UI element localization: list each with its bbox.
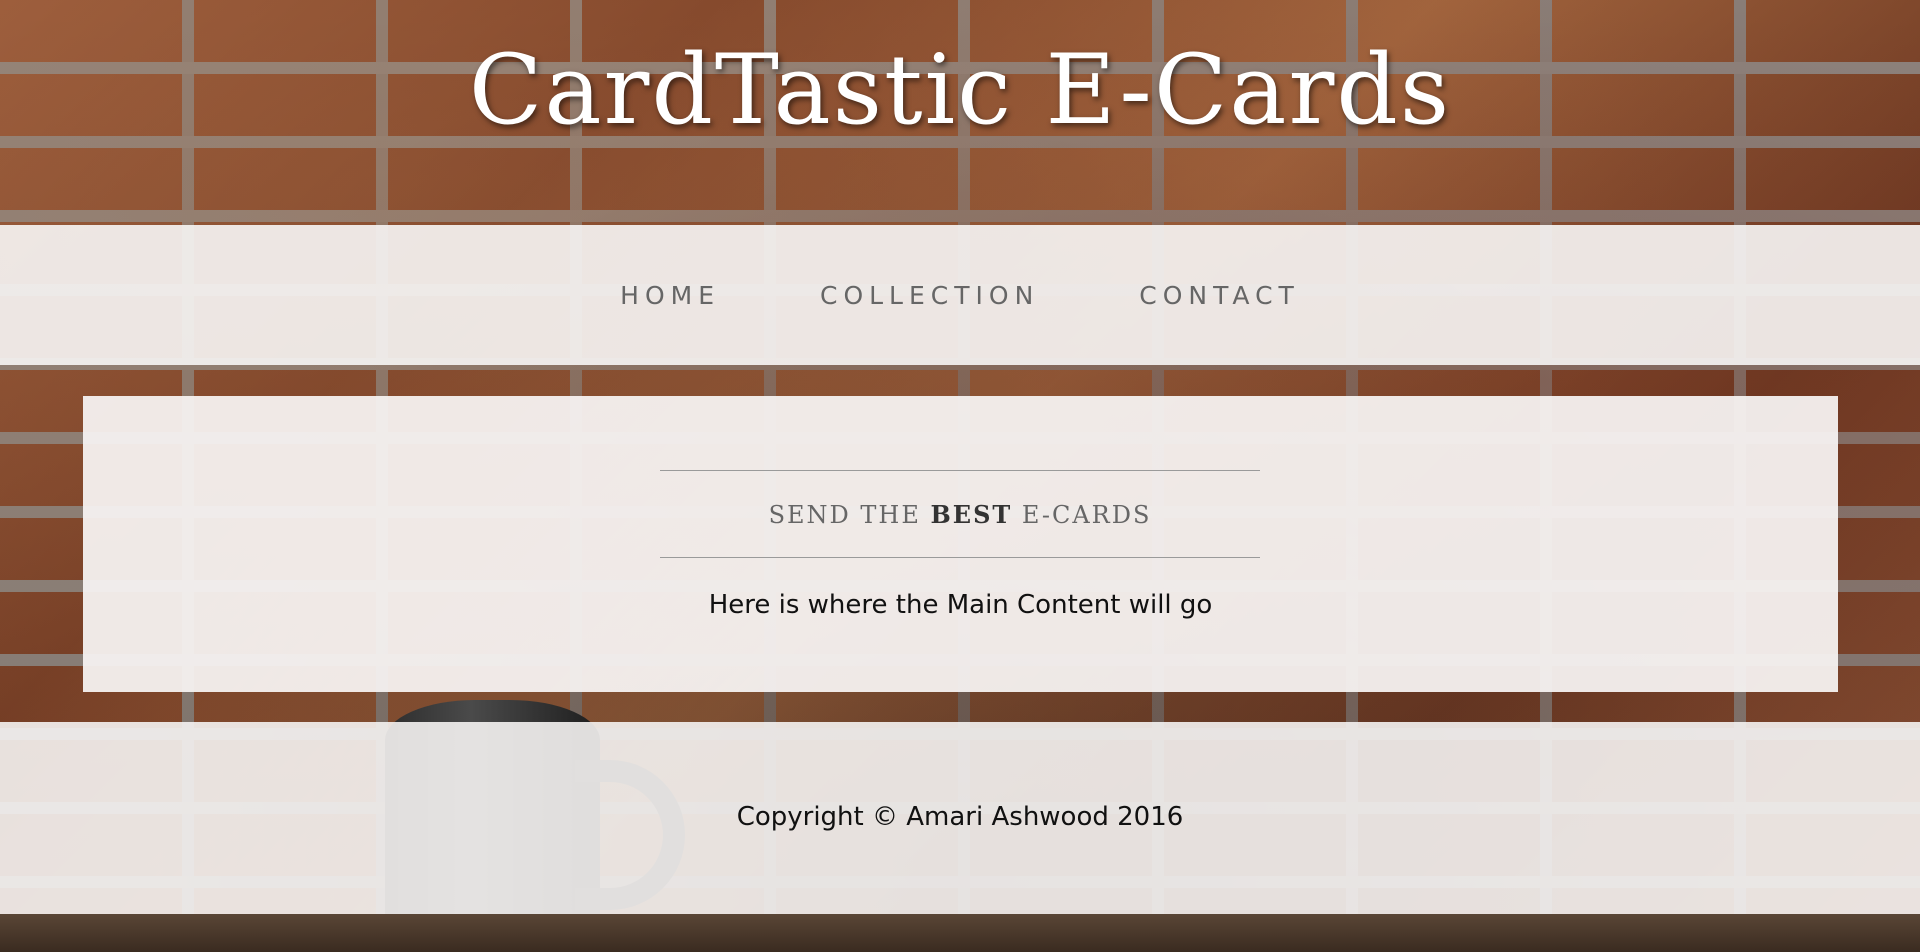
tagline-prefix: SEND THE (768, 500, 931, 529)
tagline-suffix: E-CARDS (1012, 500, 1152, 529)
site-title: CardTastic E-Cards (468, 34, 1452, 146)
nav-item-home[interactable]: HOME (620, 281, 720, 310)
nav-item-collection[interactable]: COLLECTION (820, 281, 1039, 310)
table-surface (0, 914, 1920, 952)
tagline: SEND THE BEST E-CARDS (769, 500, 1152, 529)
nav-item-contact[interactable]: CONTACT (1139, 281, 1300, 310)
main-navigation: HOME COLLECTION CONTACT (0, 225, 1920, 365)
site-footer: Copyright © Amari Ashwood 2016 (0, 722, 1920, 914)
main-content-panel: SEND THE BEST E-CARDS Here is where the … (83, 396, 1838, 692)
tagline-emphasis: BEST (930, 499, 1013, 529)
tagline-box: SEND THE BEST E-CARDS (660, 470, 1260, 558)
copyright-text: Copyright © Amari Ashwood 2016 (736, 802, 1184, 832)
site-header: CardTastic E-Cards (0, 0, 1920, 225)
main-content-text: Here is where the Main Content will go (708, 590, 1213, 620)
